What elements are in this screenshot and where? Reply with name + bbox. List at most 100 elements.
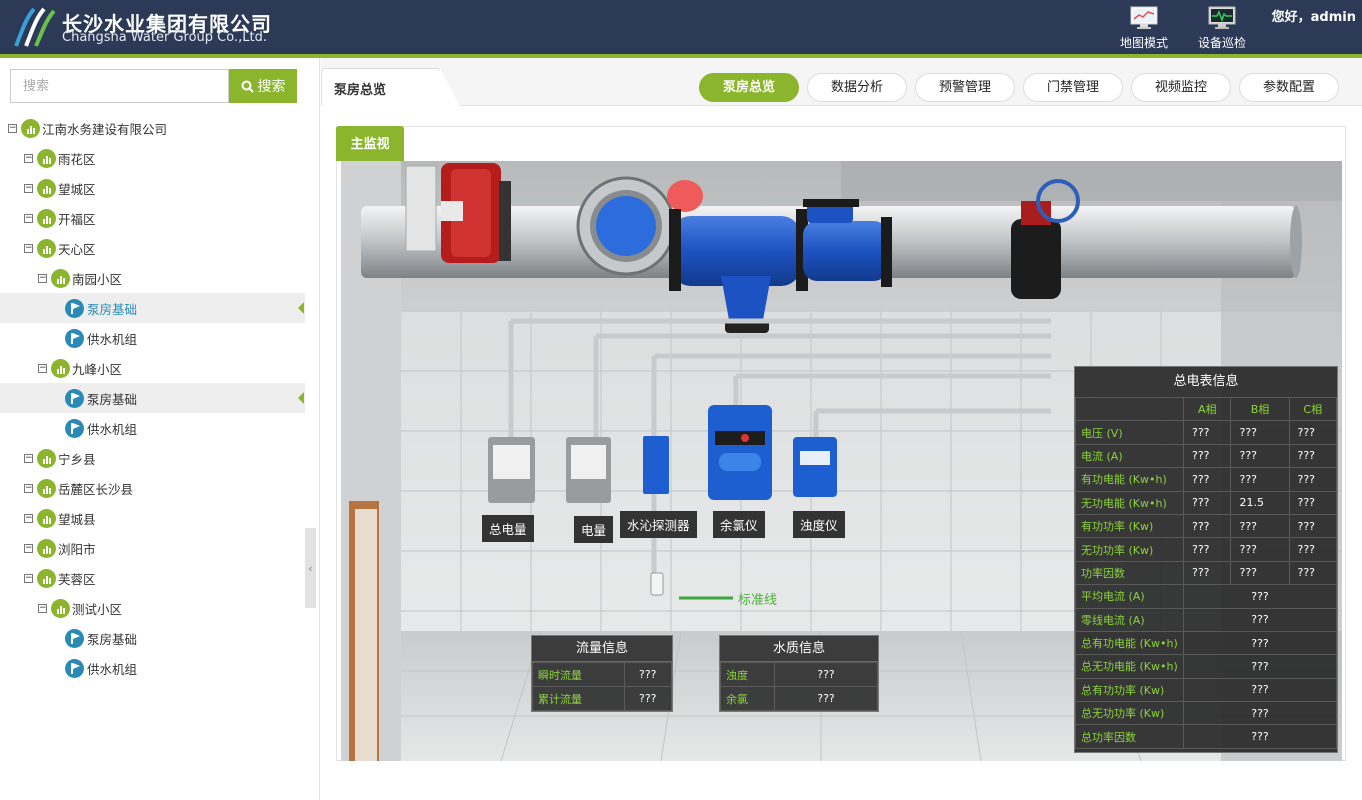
device-label-turbidity-meter[interactable]: 浊度仪	[793, 511, 845, 538]
meter-total-value: ???	[1183, 630, 1337, 656]
tree-leaf-item[interactable]: 供水机组	[0, 413, 305, 443]
map-monitor-icon	[1130, 6, 1158, 29]
district-chart-icon	[37, 538, 56, 558]
nav-tab-2[interactable]: 预警管理	[915, 73, 1015, 102]
tree-node-item[interactable]: − 天心区	[0, 233, 305, 263]
master-meter-table: A相 B相 C相 电压 (V)????????? 电流 (A)????????? 有功电能…	[1075, 396, 1337, 749]
district-chart-icon	[37, 208, 56, 228]
search-icon	[241, 80, 254, 93]
tree-leaf-item[interactable]: 泵房基础	[0, 383, 305, 413]
tree-collapse-toggle-icon[interactable]: −	[8, 123, 17, 133]
tree-node-item[interactable]: − 测试小区	[0, 593, 305, 623]
phase-b-value: ???	[1230, 443, 1290, 469]
tree-collapse-toggle-icon[interactable]: −	[24, 543, 33, 553]
search-input[interactable]	[10, 69, 229, 103]
district-chart-icon	[37, 568, 56, 588]
sidebar: 搜索 −江南水务建设有限公司−雨花区−望城区−开福区−天心区−南园小区泵房基础供…	[0, 58, 320, 800]
tree-collapse-toggle-icon[interactable]: −	[24, 453, 33, 463]
turbidity-value: ???	[774, 662, 878, 687]
device-label-power[interactable]: 电量	[574, 516, 614, 543]
tree-collapse-toggle-icon[interactable]: −	[38, 603, 47, 613]
device-label-chlorine-meter[interactable]: 余氯仪	[713, 511, 765, 538]
nav-tab-4[interactable]: 视频监控	[1131, 73, 1231, 102]
table-row: 平均电流 (A)???	[1075, 584, 1337, 609]
tree-node-item[interactable]: − 雨花区	[0, 143, 305, 173]
tree-leaf-item[interactable]: 泵房基础	[0, 293, 305, 323]
tree-node-item[interactable]: − 九峰小区	[0, 353, 305, 383]
tree-node-item[interactable]: − 开福区	[0, 203, 305, 233]
map-mode-button[interactable]: 地图模式	[1114, 6, 1174, 52]
user-greeting[interactable]: 您好，admin	[1272, 6, 1356, 25]
tree-collapse-toggle-icon[interactable]: −	[24, 213, 33, 223]
tree-node-item[interactable]: − 岳麓区长沙县	[0, 473, 305, 503]
nav-tab-3[interactable]: 门禁管理	[1023, 73, 1123, 102]
phase-b-value: 21.5	[1230, 490, 1290, 515]
tree-node-item[interactable]: − 南园小区	[0, 263, 305, 293]
table-row: 总无功功率 (Kw)???	[1075, 701, 1337, 726]
tree-collapse-toggle-icon[interactable]: −	[24, 243, 33, 253]
district-chart-icon	[37, 178, 56, 198]
tree-collapse-toggle-icon[interactable]: −	[24, 483, 33, 493]
tree-node-item[interactable]: − 芙蓉区	[0, 563, 305, 593]
flag-icon	[65, 658, 84, 678]
tree-collapse-toggle-icon[interactable]: −	[24, 183, 33, 193]
tree-item-label: 天心区	[58, 241, 96, 257]
turbidity-label: 浊度	[720, 662, 775, 687]
nav-tab-1[interactable]: 数据分析	[807, 73, 907, 102]
flow-instant-value: ???	[623, 662, 673, 687]
tree-node-item[interactable]: − 江南水务建设有限公司	[0, 113, 305, 143]
meter-total-value: ???	[1183, 654, 1337, 679]
tab-main-monitor[interactable]: 主监视	[336, 126, 404, 161]
meter-row-label: 无功功率 (Kw)	[1075, 537, 1184, 562]
inspection-button[interactable]: 设备巡检	[1192, 6, 1252, 52]
tree-node-item[interactable]: − 浏阳市	[0, 533, 305, 563]
sidebar-collapse-handle[interactable]: ‹	[305, 528, 316, 608]
flag-icon	[65, 388, 84, 408]
tree-leaf-item[interactable]: 供水机组	[0, 323, 305, 353]
phase-a-value: ???	[1182, 443, 1232, 469]
company-logo	[14, 7, 56, 47]
district-chart-icon	[51, 598, 70, 618]
tree-collapse-toggle-icon[interactable]: −	[24, 573, 33, 583]
tree-item-label: 芙蓉区	[58, 571, 96, 587]
tree-node-item[interactable]: − 望城县	[0, 503, 305, 533]
nav-tab-5[interactable]: 参数配置	[1239, 73, 1339, 102]
tree-node-item[interactable]: − 宁乡县	[0, 443, 305, 473]
device-label-leak-detector[interactable]: 水沁探测器	[620, 511, 697, 538]
flow-total-label: 累计流量	[532, 686, 625, 711]
district-chart-icon	[37, 478, 56, 498]
phase-c-value: ???	[1288, 467, 1337, 492]
tree-collapse-toggle-icon[interactable]: −	[38, 273, 47, 283]
table-row: 电流 (A)?????????	[1075, 443, 1337, 469]
device-label-total-power[interactable]: 总电量	[482, 515, 534, 542]
search-button[interactable]: 搜索	[229, 69, 297, 103]
tree-node-item[interactable]: − 望城区	[0, 173, 305, 203]
table-row: 功率因数?????????	[1075, 560, 1337, 586]
tree-collapse-toggle-icon[interactable]: −	[24, 153, 33, 163]
phase-b-value: ???	[1230, 537, 1290, 562]
water-quality-title: 水质信息	[720, 636, 878, 662]
page-tab-pump-overview[interactable]: 泵房总览	[321, 68, 460, 106]
table-row: 余氯 ???	[720, 686, 878, 711]
tree-collapse-toggle-icon[interactable]: −	[24, 513, 33, 523]
phase-b-value: ???	[1230, 467, 1290, 492]
search-button-label: 搜索	[257, 79, 286, 95]
phase-c-value: ???	[1288, 537, 1337, 562]
tree-item-label: 九峰小区	[72, 361, 123, 377]
nav-tab-0[interactable]: 泵房总览	[699, 73, 799, 102]
table-row: 总无功电能 (Kw•h)???	[1075, 654, 1337, 679]
inspection-label: 设备巡检	[1197, 36, 1246, 50]
phase-header: B相	[1230, 396, 1290, 422]
meter-total-value: ???	[1183, 701, 1337, 726]
district-chart-icon	[37, 238, 56, 258]
phase-c-value: ???	[1288, 513, 1337, 539]
district-chart-icon	[51, 358, 70, 378]
water-quality-table: 浊度 ??? 余氯 ???	[720, 662, 878, 711]
district-chart-icon	[37, 448, 56, 468]
tree-leaf-item[interactable]: 泵房基础	[0, 623, 305, 653]
tree-leaf-item[interactable]: 供水机组	[0, 653, 305, 683]
table-row: 总有功功率 (Kw)???	[1075, 677, 1337, 703]
table-row: 有功功率 (Kw)?????????	[1075, 513, 1337, 539]
tree-collapse-toggle-icon[interactable]: −	[38, 363, 47, 373]
tree-item-label: 岳麓区长沙县	[58, 481, 134, 497]
